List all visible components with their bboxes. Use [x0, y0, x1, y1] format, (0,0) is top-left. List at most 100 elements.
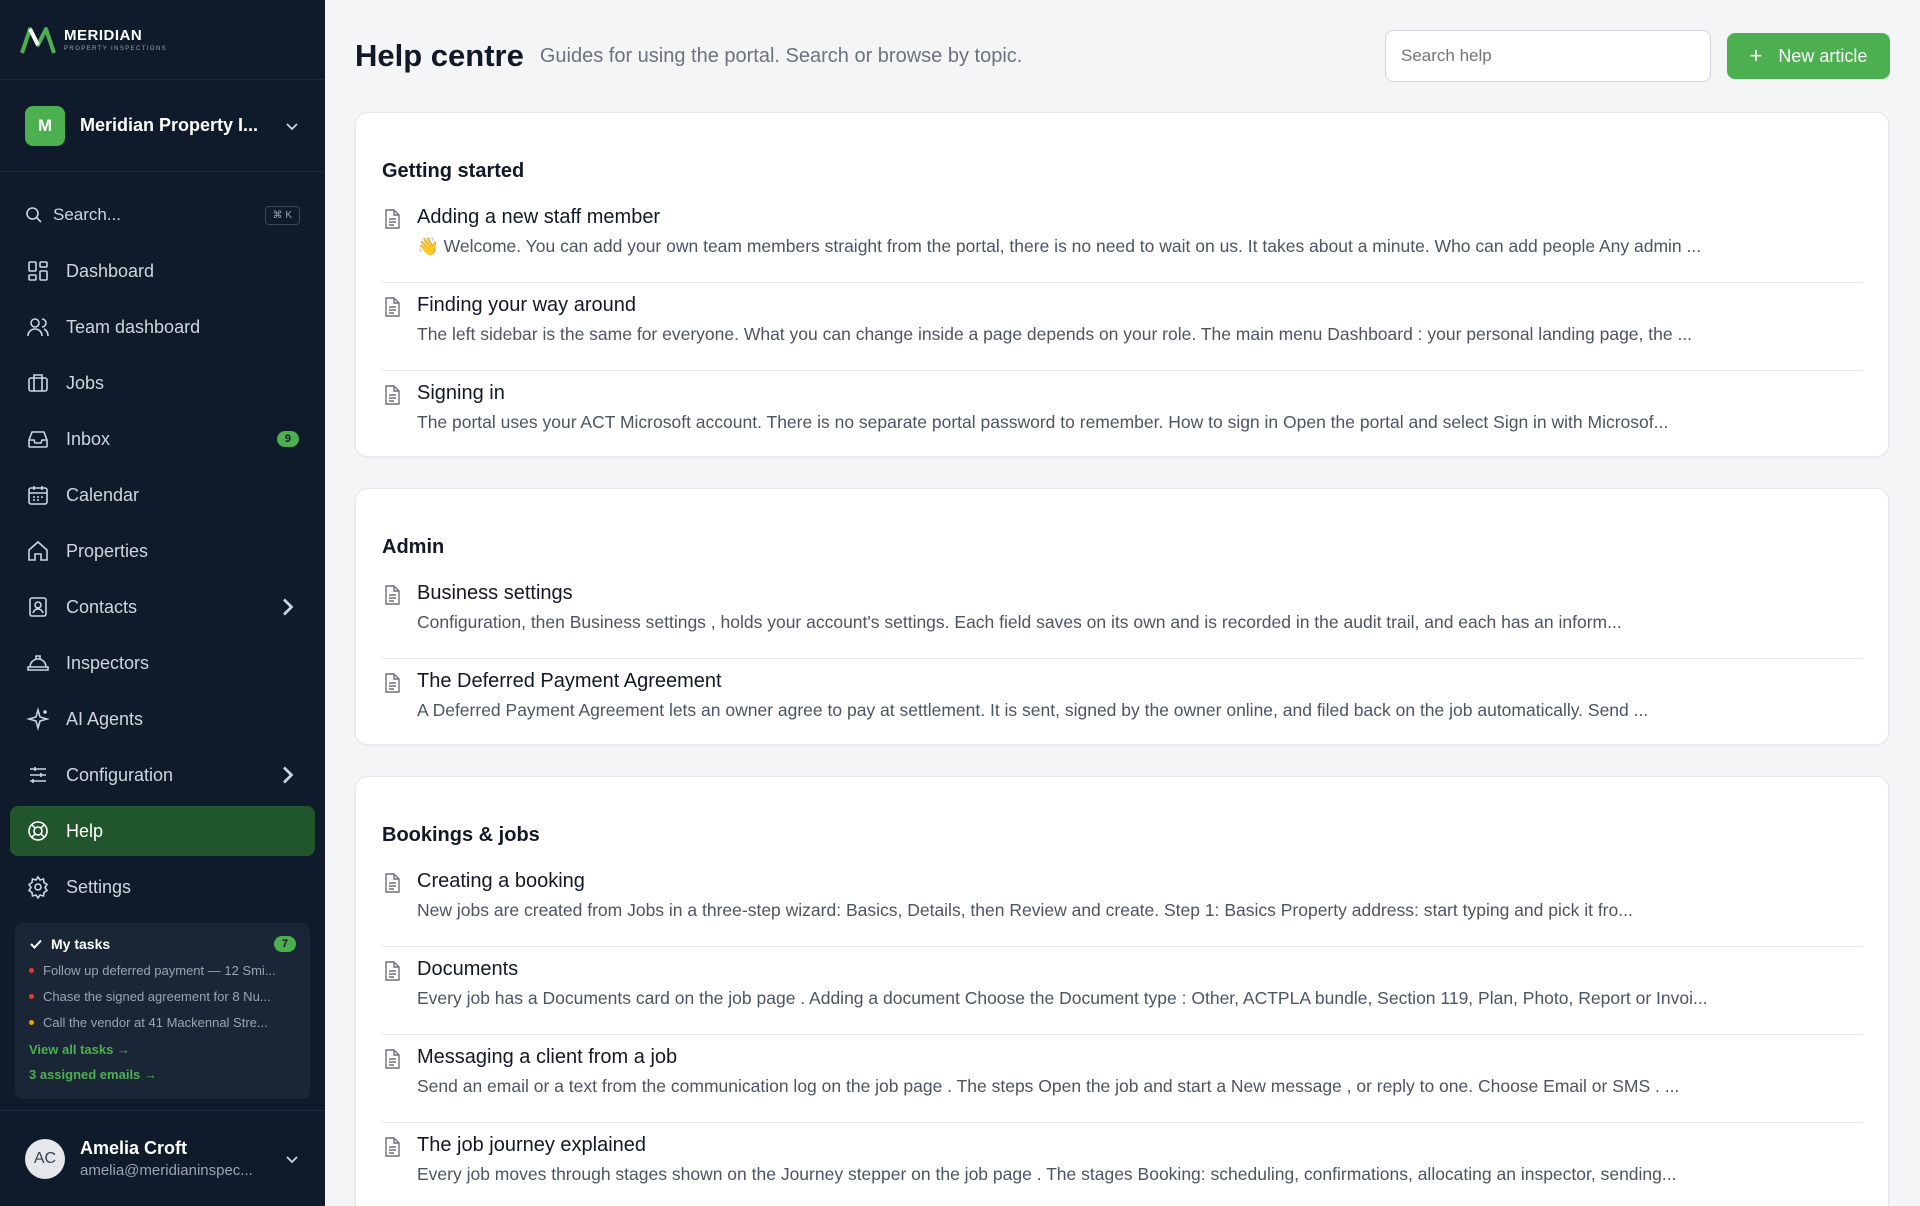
sidebar-item-label: Contacts	[66, 596, 138, 617]
user-menu[interactable]: AC Amelia Croft amelia@meridianinspec...	[0, 1110, 325, 1206]
help-section-bookings-jobs: Bookings & jobs Creating a booking New j…	[355, 776, 1889, 1206]
sidebar-item-properties[interactable]: Properties	[10, 526, 315, 576]
view-all-tasks-link[interactable]: View all tasks →	[29, 1042, 296, 1057]
main-nav: Dashboard Team dashboard Jobs Inbox 9 Ca…	[0, 246, 325, 912]
page-subtitle: Guides for using the portal. Search or b…	[539, 44, 1023, 67]
calendar-icon	[28, 486, 48, 505]
priority-dot	[29, 994, 34, 999]
sidebar-item-jobs[interactable]: Jobs	[10, 358, 315, 408]
document-icon	[385, 1049, 400, 1069]
article-item[interactable]: Business settings Configuration, then Bu…	[382, 571, 1862, 659]
document-icon	[385, 873, 400, 893]
page-header: Help centre Guides for using the portal.…	[355, 30, 1890, 82]
sidebar-item-ai-agents[interactable]: AI Agents	[10, 694, 315, 744]
sliders-icon	[30, 767, 46, 783]
help-search-input[interactable]	[1385, 30, 1711, 82]
article-excerpt: New jobs are created from Jobs in a thre…	[417, 900, 1633, 920]
org-switcher[interactable]: M Meridian Property I...	[0, 80, 325, 172]
task-text: Chase the signed agreement for 8 Nu...	[43, 989, 271, 1004]
tasks-count-badge: 7	[273, 936, 296, 952]
chevron-down-icon	[286, 122, 298, 130]
article-item[interactable]: Finding your way around The left sidebar…	[382, 283, 1862, 371]
user-email: amelia@meridianinspec...	[80, 1162, 253, 1179]
gear-icon	[27, 875, 49, 899]
main-content: Help centre Guides for using the portal.…	[325, 0, 1920, 1206]
chevron-down-icon	[286, 1155, 298, 1163]
sidebar-item-help[interactable]: Help	[10, 806, 315, 856]
article-item[interactable]: The Deferred Payment Agreement A Deferre…	[382, 659, 1862, 747]
brand-logo[interactable]: MERIDIAN PROPERTY INSPECTIONS	[0, 0, 325, 80]
sidebar-item-label: Properties	[66, 540, 149, 561]
section-title: Bookings & jobs	[382, 824, 540, 846]
article-item[interactable]: Messaging a client from a job Send an em…	[382, 1035, 1862, 1123]
article-item[interactable]: The job journey explained Every job move…	[382, 1123, 1862, 1206]
inbox-count-badge: 9	[276, 431, 299, 447]
sidebar-item-label: Settings	[66, 876, 132, 897]
section-title: Getting started	[382, 160, 525, 182]
meridian-logo-icon	[20, 26, 56, 54]
task-item[interactable]: Follow up deferred payment — 12 Smi...	[29, 963, 296, 978]
priority-dot	[29, 968, 34, 973]
contact-card-icon	[29, 597, 47, 617]
plus-icon: +	[1749, 43, 1763, 68]
my-tasks-panel: My tasks 7 Follow up deferred payment — …	[15, 923, 310, 1099]
tasks-title: My tasks	[51, 936, 111, 952]
help-section-getting-started: Getting started Adding a new staff membe…	[355, 112, 1889, 457]
task-text: Call the vendor at 41 Mackennal Stre...	[43, 1015, 268, 1030]
sidebar-item-contacts[interactable]: Contacts	[10, 582, 315, 632]
article-title: Adding a new staff member	[417, 206, 661, 228]
help-section-admin: Admin Business settings Configuration, t…	[355, 488, 1889, 745]
article-excerpt: Every job moves through stages shown on …	[417, 1164, 1677, 1184]
priority-dot	[29, 1020, 34, 1025]
page-title: Help centre	[355, 38, 524, 73]
document-icon	[385, 297, 400, 317]
sidebar-item-label: Team dashboard	[66, 316, 201, 337]
article-item[interactable]: Adding a new staff member 👋 Welcome. You…	[382, 195, 1862, 283]
article-title: Documents	[417, 958, 519, 980]
sidebar-item-label: Inspectors	[66, 652, 150, 673]
document-icon	[385, 585, 400, 605]
briefcase-icon	[28, 374, 48, 392]
users-icon	[27, 318, 49, 337]
task-item[interactable]: Chase the signed agreement for 8 Nu...	[29, 989, 296, 1004]
article-title: Finding your way around	[417, 294, 637, 316]
user-name: Amelia Croft	[80, 1138, 188, 1158]
article-item[interactable]: Documents Every job has a Documents card…	[382, 947, 1862, 1035]
lifebuoy-icon	[28, 821, 48, 841]
article-excerpt: The left sidebar is the same for everyon…	[417, 324, 1693, 344]
sidebar-item-configuration[interactable]: Configuration	[10, 750, 315, 800]
new-article-label: New article	[1778, 45, 1868, 66]
sidebar-item-label: AI Agents	[66, 708, 144, 729]
sidebar-item-dashboard[interactable]: Dashboard	[10, 246, 315, 296]
article-excerpt: 👋 Welcome. You can add your own team mem…	[417, 236, 1702, 256]
sidebar-item-label: Configuration	[66, 764, 174, 785]
new-article-button[interactable]: + New article	[1727, 33, 1890, 79]
assigned-emails-link[interactable]: 3 assigned emails →	[29, 1067, 296, 1082]
chevron-right-icon	[283, 766, 294, 784]
article-excerpt: Configuration, then Business settings , …	[417, 612, 1622, 632]
sidebar-item-inspectors[interactable]: Inspectors	[10, 638, 315, 688]
check-icon	[30, 939, 42, 949]
sidebar-item-calendar[interactable]: Calendar	[10, 470, 315, 520]
article-excerpt: The portal uses your ACT Microsoft accou…	[417, 412, 1669, 432]
avatar: AC	[25, 1138, 65, 1179]
task-item[interactable]: Call the vendor at 41 Mackennal Stre...	[29, 1015, 296, 1030]
article-title: Messaging a client from a job	[417, 1046, 678, 1068]
section-title: Admin	[382, 536, 445, 558]
article-item[interactable]: Signing in The portal uses your ACT Micr…	[382, 371, 1862, 459]
sidebar-item-inbox[interactable]: Inbox 9	[10, 414, 315, 464]
sidebar: MERIDIAN PROPERTY INSPECTIONS M Meridian…	[0, 0, 325, 1206]
sidebar-item-label: Inbox	[66, 428, 111, 449]
article-item[interactable]: Creating a booking New jobs are created …	[382, 859, 1862, 947]
sidebar-item-team-dashboard[interactable]: Team dashboard	[10, 302, 315, 352]
sidebar-search[interactable]: Search... ⌘ K	[25, 194, 300, 236]
dashboard-icon	[28, 261, 48, 281]
sidebar-item-label: Help	[66, 820, 104, 841]
article-title: Creating a booking	[417, 870, 585, 892]
chevron-right-icon	[283, 598, 294, 616]
sidebar-item-label: Jobs	[66, 372, 105, 393]
document-icon	[385, 385, 400, 405]
document-icon	[385, 209, 400, 229]
sidebar-item-settings[interactable]: Settings	[10, 862, 315, 912]
sidebar-item-label: Calendar	[66, 484, 140, 505]
